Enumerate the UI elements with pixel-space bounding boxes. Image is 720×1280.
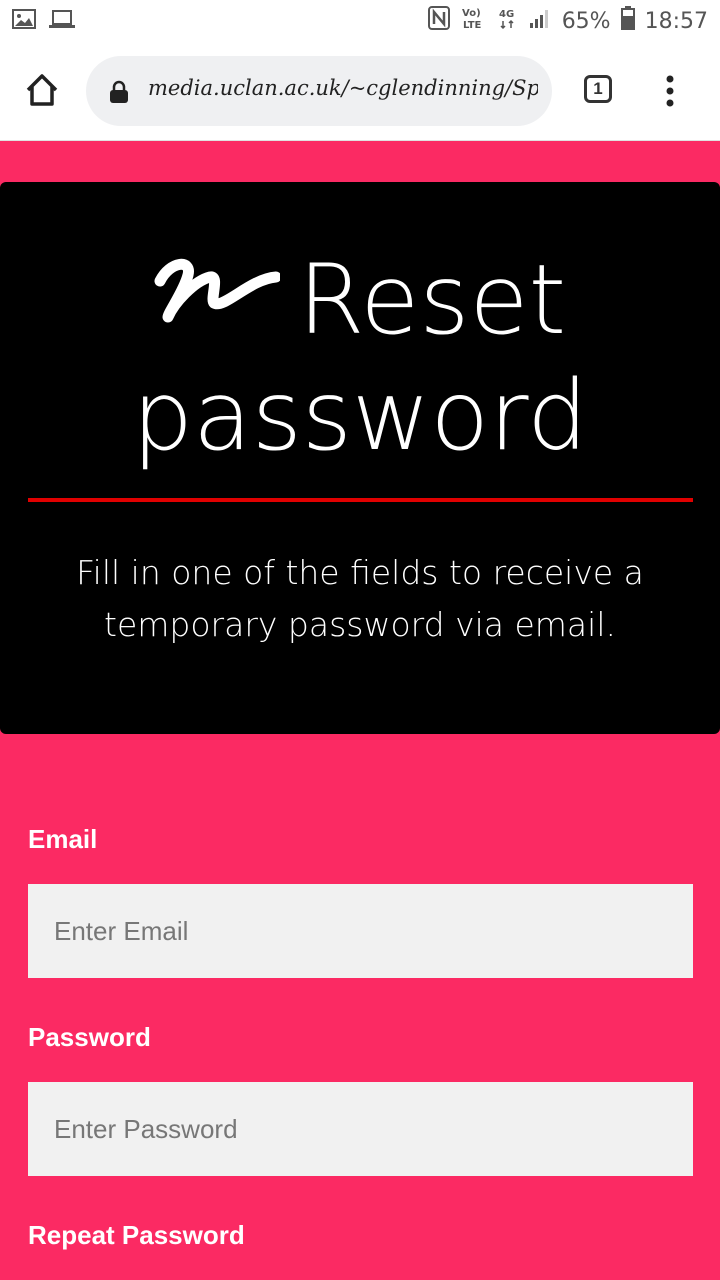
volte-icon: Vo) LTE	[460, 6, 488, 36]
email-label: Email	[28, 824, 98, 854]
page-title: Reset password	[0, 242, 720, 474]
4g-icon: 4G	[498, 6, 518, 36]
tab-switcher-button[interactable]: 1	[584, 75, 612, 103]
password-field[interactable]	[28, 1082, 693, 1176]
svg-text:4G: 4G	[499, 9, 514, 20]
status-bar: Vo) LTE 4G 65% 18:57	[0, 0, 720, 40]
laptop-icon	[48, 8, 76, 35]
battery-icon	[620, 6, 635, 36]
title-line-1: Reset	[297, 244, 567, 356]
email-field[interactable]	[28, 884, 693, 978]
browser-toolbar: media.uclan.ac.uk/~cglendinning/Spa 1	[0, 40, 720, 141]
password-label: Password	[28, 1022, 151, 1052]
svg-text:Vo): Vo)	[462, 8, 481, 19]
reset-password-header-card: Reset password Fill in one of the fields…	[0, 182, 720, 734]
overflow-menu-icon[interactable]	[660, 74, 680, 108]
home-icon[interactable]	[22, 70, 62, 110]
svg-text:LTE: LTE	[463, 20, 482, 30]
address-bar[interactable]: media.uclan.ac.uk/~cglendinning/Spa	[86, 56, 552, 126]
url-text: media.uclan.ac.uk/~cglendinning/Spa	[148, 76, 538, 100]
lock-icon	[108, 80, 130, 104]
clock: 18:57	[644, 8, 708, 34]
image-icon	[12, 8, 36, 35]
title-line-2: password	[132, 360, 588, 472]
battery-percent: 65%	[561, 8, 611, 34]
signature-logo-icon	[154, 240, 282, 356]
signal-icon	[528, 7, 552, 35]
nfc-icon	[427, 6, 450, 36]
divider	[28, 498, 693, 502]
repeat-password-label: Repeat Password	[28, 1220, 245, 1250]
instructions-text: Fill in one of the fields to receive a t…	[76, 553, 644, 644]
